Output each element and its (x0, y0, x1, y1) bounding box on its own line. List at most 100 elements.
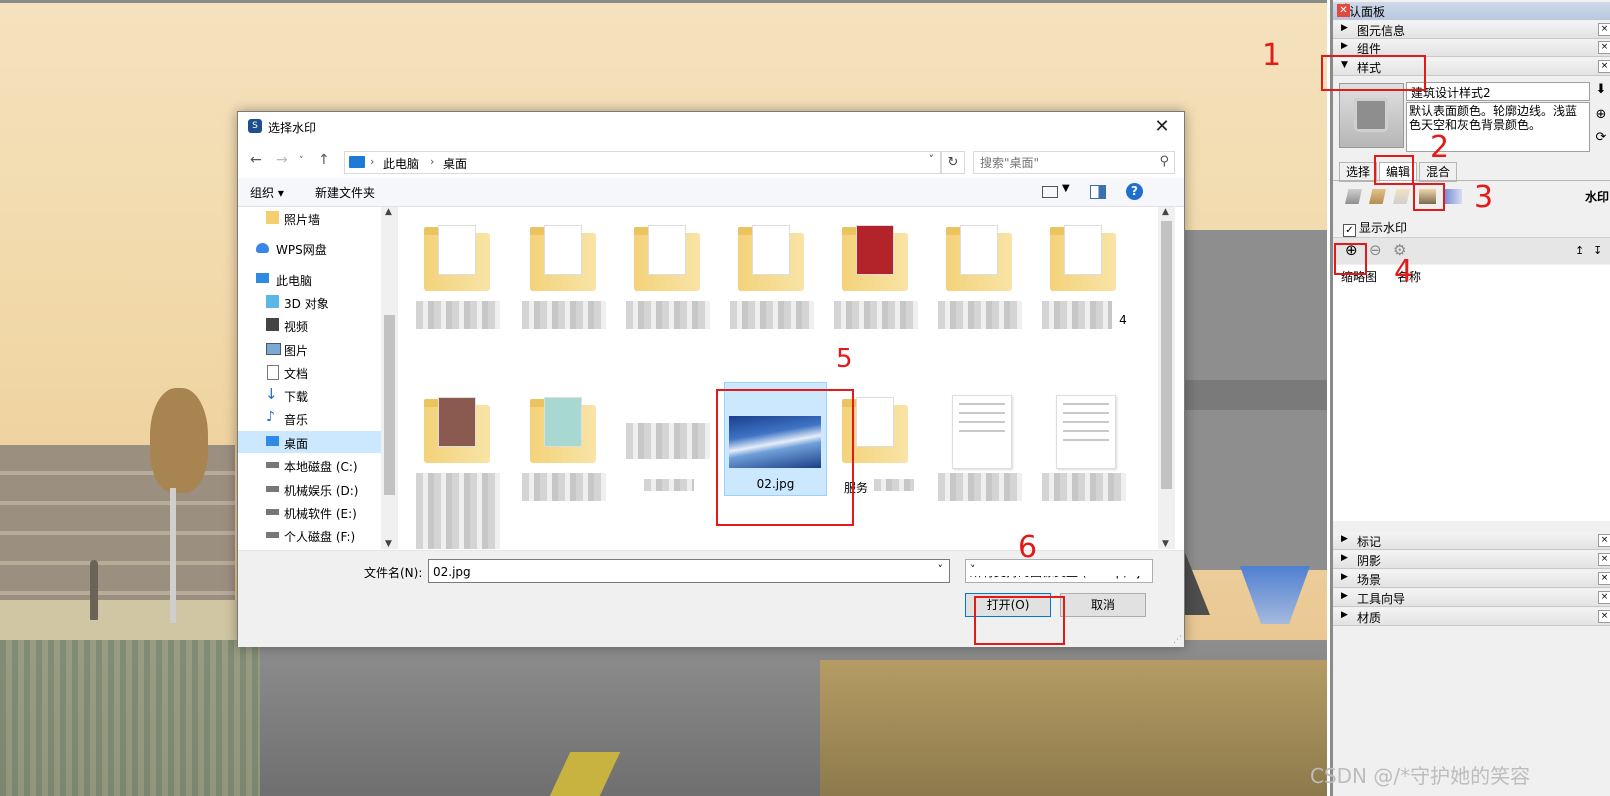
close-icon[interactable]: × (1598, 23, 1610, 36)
help-icon[interactable]: ? (1126, 183, 1143, 200)
move-down-icon[interactable]: ↧ (1593, 244, 1602, 257)
file-item[interactable] (620, 215, 715, 330)
chevron-down-icon[interactable]: ˅ (929, 153, 935, 166)
scroll-up-icon[interactable]: ▲ (385, 207, 392, 217)
new-folder-button[interactable]: 新建文件夹 (315, 184, 375, 201)
file-item[interactable] (724, 215, 819, 330)
section-entity-info[interactable]: ▶ 图元信息 × (1333, 21, 1610, 39)
dialog-titlebar[interactable]: S 选择水印 ✕ (238, 112, 1184, 142)
file-list-scrollbar[interactable]: ▲ ▼ (1158, 207, 1175, 549)
nav-item-photo-wall[interactable]: 照片墙 (238, 207, 381, 229)
refresh-style-icon[interactable]: ⟳ (1593, 130, 1609, 146)
nav-item-wps-cloud[interactable]: WPS网盘 (238, 237, 381, 259)
refresh-icon[interactable]: ↻ (941, 151, 965, 174)
filetype-select[interactable]: 所有支持的图像类型 (*.bmp;*.j ˅ (965, 559, 1153, 583)
file-item[interactable]: 4 (1036, 215, 1131, 330)
search-icon: ⚲ (1159, 154, 1169, 169)
scroll-up-icon[interactable]: ▲ (1162, 207, 1169, 217)
nav-item-downloads[interactable]: ↓ 下载 (238, 384, 381, 406)
style-name-input[interactable] (1409, 84, 1589, 101)
move-up-icon[interactable]: ↥ (1575, 244, 1584, 257)
file-item[interactable] (516, 387, 611, 502)
nav-item-drive-e[interactable]: 机械软件 (E:) (238, 501, 381, 523)
scroll-down-icon[interactable]: ▼ (385, 539, 392, 549)
file-item[interactable] (932, 215, 1027, 330)
tab-mix[interactable]: 混合 (1419, 162, 1457, 182)
remove-watermark-icon[interactable]: ⊖ (1369, 241, 1382, 259)
address-bar[interactable]: › 此电脑 › 桌面 ˅ (344, 151, 941, 174)
preview-pane-icon[interactable] (1090, 185, 1106, 199)
chevron-down-icon[interactable]: ▼ (1062, 183, 1070, 194)
background-settings-icon[interactable] (1393, 189, 1410, 204)
expand-arrow-icon: ▶ (1341, 41, 1348, 51)
redacted-label (1042, 473, 1126, 501)
face-settings-icon[interactable] (1369, 189, 1386, 204)
breadcrumb-desktop[interactable]: 桌面 (443, 155, 467, 172)
forward-arrow-icon[interactable]: → (276, 152, 288, 168)
create-style-icon[interactable]: ⬇ (1593, 82, 1609, 98)
nav-item-drive-c[interactable]: 本地磁盘 (C:) (238, 454, 381, 476)
file-item[interactable] (410, 499, 505, 549)
organize-menu[interactable]: 组织 ▾ (250, 184, 284, 201)
nav-item-videos[interactable]: 视频 (238, 314, 381, 336)
tab-select[interactable]: 选择 (1339, 162, 1377, 182)
view-mode-icon[interactable] (1042, 186, 1058, 198)
filename-combobox[interactable]: ˅ (428, 559, 950, 583)
chevron-down-icon[interactable]: ˅ (938, 563, 944, 576)
section-materials[interactable]: ▶ 材质 × (1333, 608, 1610, 626)
update-style-icon[interactable]: ⊕ (1593, 107, 1609, 123)
style-name-field[interactable] (1406, 82, 1590, 101)
close-icon[interactable]: ✕ (1337, 4, 1350, 17)
nav-item-drive-d[interactable]: 机械娱乐 (D:) (238, 478, 381, 500)
close-icon[interactable]: × (1598, 534, 1610, 547)
watermark-list[interactable] (1333, 285, 1610, 521)
chevron-down-icon[interactable]: ˅ (970, 563, 1148, 576)
nav-item-documents[interactable]: 文档 (238, 361, 381, 383)
close-button[interactable]: ✕ (1148, 114, 1176, 140)
breadcrumb-this-pc[interactable]: 此电脑 (383, 155, 419, 172)
file-item[interactable] (516, 215, 611, 330)
show-watermark-checkbox[interactable]: ✓ 显示水印 (1343, 219, 1407, 237)
redacted-label (938, 301, 1022, 329)
close-icon[interactable]: × (1598, 572, 1610, 585)
search-input[interactable] (978, 154, 1152, 172)
file-item[interactable] (828, 215, 923, 330)
recent-dropdown-icon[interactable]: ˅ (299, 156, 304, 166)
checkbox-checked-icon[interactable]: ✓ (1343, 224, 1356, 237)
close-icon[interactable]: × (1598, 553, 1610, 566)
pin-icon[interactable]: 📌 (1337, 3, 1595, 16)
close-icon[interactable]: × (1598, 60, 1610, 73)
scrollbar-thumb[interactable] (384, 315, 395, 495)
section-tags[interactable]: ▶ 标记 × (1333, 532, 1610, 550)
resize-grip-icon[interactable]: ⋰ (1173, 635, 1182, 645)
nav-item-drive-f[interactable]: 个人磁盘 (F:) (238, 524, 381, 546)
close-icon[interactable]: × (1598, 591, 1610, 604)
section-scenes[interactable]: ▶ 场景 × (1333, 570, 1610, 588)
nav-item-music[interactable]: ♪ 音乐 (238, 407, 381, 429)
scrollbar-thumb[interactable] (1161, 221, 1172, 489)
section-shadows[interactable]: ▶ 阴影 × (1333, 551, 1610, 569)
search-box[interactable]: ⚲ (973, 151, 1175, 174)
file-item[interactable] (620, 387, 715, 502)
file-item[interactable] (932, 387, 1027, 502)
nav-scrollbar[interactable]: ▲ ▼ (381, 207, 398, 549)
back-arrow-icon[interactable]: ← (250, 152, 262, 168)
scroll-down-icon[interactable]: ▼ (1162, 539, 1169, 549)
folder-icon (424, 225, 490, 291)
filename-input[interactable] (431, 562, 925, 582)
edge-settings-icon[interactable] (1345, 189, 1362, 204)
file-item[interactable] (410, 215, 505, 330)
cancel-button[interactable]: 取消 (1060, 593, 1146, 617)
nav-item-pictures[interactable]: 图片 (238, 338, 381, 360)
file-item[interactable] (410, 387, 505, 502)
close-icon[interactable]: × (1598, 41, 1610, 54)
file-item[interactable] (1036, 387, 1131, 502)
up-arrow-icon[interactable]: ↑ (318, 152, 330, 168)
close-icon[interactable]: × (1598, 610, 1610, 623)
nav-item-this-pc[interactable]: 此电脑 (238, 268, 381, 290)
nav-item-3d-objects[interactable]: 3D 对象 (238, 291, 381, 313)
nav-item-desktop[interactable]: 桌面 (238, 431, 381, 453)
section-instructor[interactable]: ▶ 工具向导 × (1333, 589, 1610, 607)
style-thumbnail[interactable] (1339, 83, 1404, 148)
modeling-settings-icon[interactable] (1445, 189, 1462, 204)
